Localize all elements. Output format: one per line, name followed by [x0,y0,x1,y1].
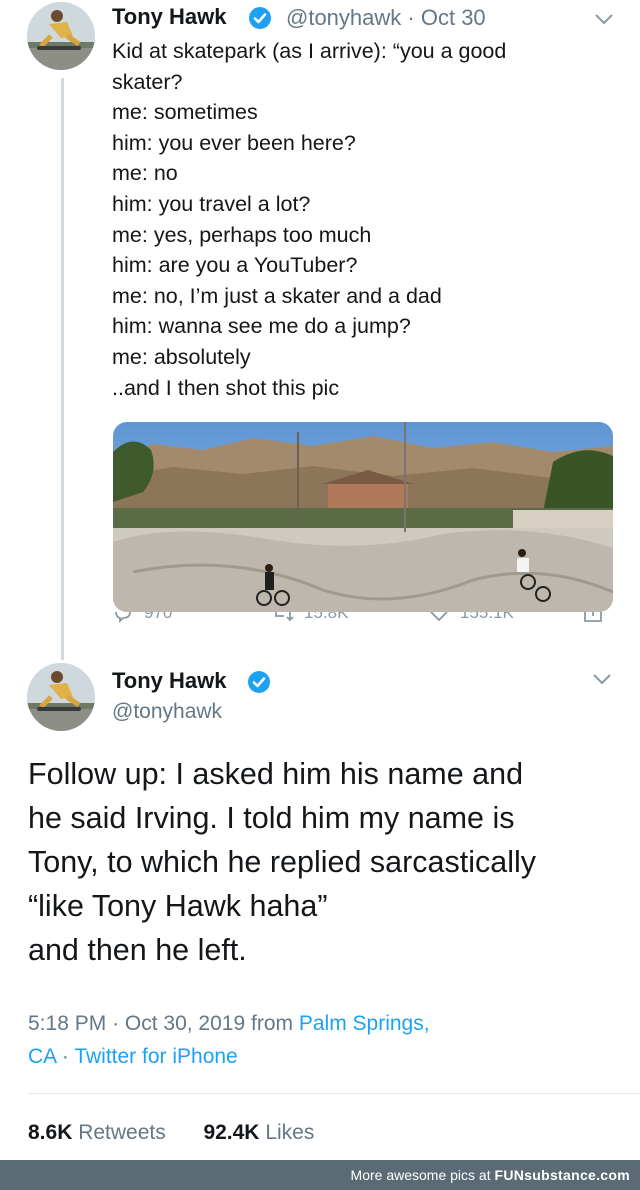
from-label: from [251,1012,293,1035]
share-icon [584,612,602,622]
like-count: 155.1K [460,612,514,622]
separator-dot: · [61,1045,69,1068]
tweet-line: he said Irving. I told him my name is [28,801,515,835]
retweets-stat[interactable]: 8.6K Retweets [28,1121,166,1144]
verified-badge-icon [248,671,270,693]
source-link[interactable]: Twitter for iPhone [74,1045,237,1068]
location-link-continued[interactable]: CA [28,1045,56,1068]
retweet-button[interactable]: 15.8K [272,612,348,624]
tweet-line: Kid at skatepark (as I arrive): “you a g… [112,39,507,63]
engagement-stats: 8.6K Retweets 92.4K Likes [28,1121,314,1145]
tweet-line: ..and I then shot this pic [112,375,340,400]
watermark-prefix: More awesome pics at [350,1167,491,1183]
likes-stat[interactable]: 92.4K Likes [203,1121,314,1144]
tweet-line: and then he left. [28,933,247,967]
retweet-count: 15.8K [304,612,349,622]
reply-icon [115,612,131,624]
reply-count: 970 [144,612,173,622]
tweet-line: me: yes, perhaps too much [112,222,372,247]
tweet-date: Oct 30, 2019 [124,1012,246,1035]
watermark-text: More awesome pics at FUNsubstance.com [351,1167,630,1183]
tweet-actions: 970 15.8K 155.1K [112,612,612,632]
tweet-photo[interactable] [113,422,613,612]
reply-button[interactable]: 970 [112,612,172,624]
tweet-line: skater? [112,69,183,94]
tweet-line: him: wanna see me do a jump? [112,314,411,339]
tweet-line: him: are you a YouTuber? [112,253,358,278]
chevron-down-icon[interactable] [594,12,614,26]
tweet-line: me: sometimes [112,100,258,125]
tweet-date[interactable]: Oct 30 [421,5,486,30]
avatar[interactable] [27,663,95,731]
verified-badge-icon [249,7,271,29]
avatar[interactable] [27,2,95,70]
tweet-line: me: no, I’m just a skater and a dad [112,283,442,308]
tweet-line: him: you ever been here? [112,130,356,155]
watermark-brand[interactable]: FUNsubstance.com [495,1167,631,1183]
tweet-metadata: 5:18 PM · Oct 30, 2019 from Palm Springs… [28,1007,430,1073]
like-button[interactable]: 155.1K [428,612,514,624]
thread-connector-line [61,78,64,660]
separator-dot: · [407,5,415,30]
divider [28,1093,640,1094]
tweet-line: Follow up: I asked him his name and [28,757,524,791]
likes-count: 92.4K [203,1121,260,1144]
tweet-text: Kid at skatepark (as I arrive): “you a g… [112,36,612,403]
retweets-label: Retweets [78,1121,166,1144]
handle[interactable]: @tonyhawk [112,700,222,724]
tweet-text: Follow up: I asked him his name and he s… [28,752,628,972]
tweet-time: 5:18 PM [28,1012,107,1035]
tweet-line: him: you travel a lot? [112,191,311,216]
separator-dot: · [112,1012,120,1035]
tweet-line: Tony, to which he replied sarcastically [28,845,537,879]
watermark-footer: More awesome pics at FUNsubstance.com [0,1160,640,1190]
share-button[interactable] [582,612,604,624]
like-icon [430,612,448,622]
tweet-line: me: no [112,161,178,186]
handle-date: @tonyhawk · Oct 30 [286,5,486,31]
retweets-count: 8.6K [28,1121,73,1144]
chevron-down-icon[interactable] [592,672,612,686]
likes-label: Likes [265,1121,315,1144]
location-link[interactable]: Palm Springs, [299,1012,430,1035]
display-name[interactable]: Tony Hawk [112,4,227,30]
handle[interactable]: @tonyhawk [286,5,401,30]
tweet-line: me: absolutely [112,344,251,369]
tweet-line: “like Tony Hawk haha” [28,889,328,923]
display-name[interactable]: Tony Hawk [112,668,227,694]
retweet-icon [275,612,294,622]
